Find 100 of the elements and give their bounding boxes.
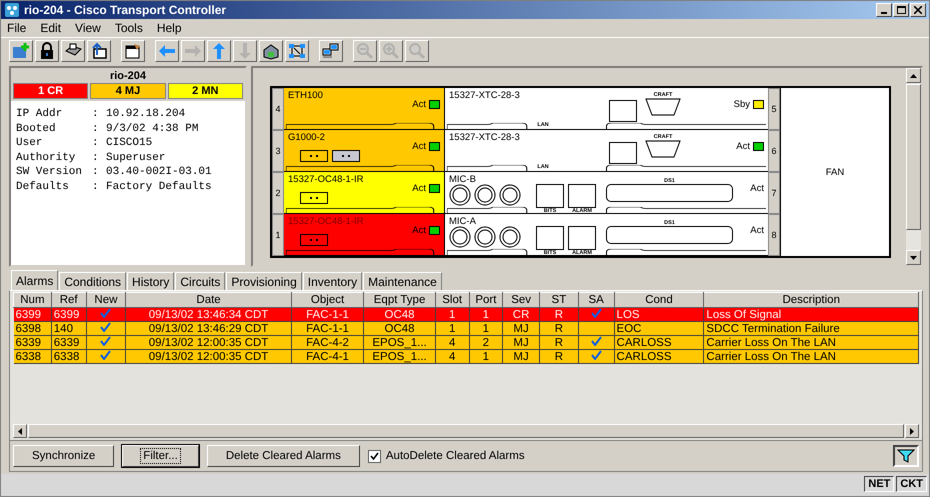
maximize-icon [896,6,906,14]
tab[interactable]: Conditions [59,272,126,290]
alarm-row[interactable]: 6339 6339 09/13/02 12:00:35 CDT FAC-4-2 EPOS_1... 4 2 MJ R CARLOSS Carrier Loss On The LAN [14,336,918,350]
card-status: Sby [734,99,750,110]
card-name: 15327-OC48-1-IR [288,216,364,227]
fan-tray[interactable]: FAN [780,88,889,256]
table-cell: 09/13/02 13:46:29 CDT [148,322,268,334]
table-cell: 6398 [16,322,42,334]
column-header[interactable]: Cond [614,292,704,308]
column-header[interactable]: Slot [435,292,470,308]
lock-icon [38,42,56,60]
alarm-row[interactable]: 6338 6338 09/13/02 12:00:35 CDT FAC-4-1 EPOS_1... 4 1 MJ R CARLOSS Carrier Loss On The LAN [14,350,918,364]
tab[interactable]: Inventory [302,272,362,290]
tab[interactable]: Circuits [175,272,226,290]
card-name: 15327-OC48-1-IR [288,174,364,185]
alarm-row[interactable]: 6398 140 09/13/02 13:46:29 CDT FAC-1-1 OC48 1 1 MJ R EOC SDCC Termination Failure [14,322,918,336]
toolbar-button[interactable] [61,40,85,62]
table-cell: MJ [513,350,529,362]
column-header[interactable]: Num [14,292,52,308]
info-separator: : [92,150,100,165]
card-name: 15327-XTC-28-3 [449,132,520,143]
column-header[interactable]: SA [578,292,614,308]
action-button[interactable]: Synchronize [13,445,114,467]
column-header[interactable]: Ref [51,292,86,308]
table-cell: Carrier Loss On The LAN [706,336,836,348]
column-header[interactable]: Eqpt Type [364,292,436,308]
table-cell: MJ [513,336,529,348]
toolbar-button[interactable] [285,40,309,62]
action-button[interactable]: Delete Cleared Alarms [206,445,360,467]
table-cell: CR [512,308,530,320]
card-status: Act [412,99,426,110]
table-cell: 1 [482,308,490,320]
minimize-button[interactable] [876,3,892,17]
scroll-right-icon [910,428,914,434]
close-button[interactable] [910,3,926,17]
toolbar-button[interactable] [35,40,59,62]
table-cell: 09/13/02 12:00:35 CDT [148,336,268,348]
menu-item[interactable]: Edit [40,21,62,35]
menu-item[interactable]: Help [156,21,182,35]
computers-icon [322,42,340,60]
app-icon [4,2,20,18]
toolbar-button[interactable] [207,40,231,62]
column-header[interactable]: Description [704,292,918,308]
tab[interactable]: History [127,272,174,290]
table-cell: 1 [448,322,456,334]
checkbox[interactable] [368,450,381,462]
tab[interactable]: Maintenance [363,272,442,290]
card-status: Act [412,183,426,194]
slot-number: 5 [768,88,780,130]
slot-number: 8 [768,214,780,256]
toolbar-button[interactable] [121,40,145,62]
table-cell: FAC-1-1 [306,308,349,320]
column-header[interactable]: New [86,292,126,308]
card[interactable]: 15327-OC48-1-IR Act [284,172,445,214]
card[interactable]: 15327-OC48-1-IR Act [284,214,445,256]
toolbar-button[interactable] [155,40,179,62]
export-icon [90,42,108,60]
close-icon [914,6,922,14]
status-indicator: NET [864,476,894,492]
column-header[interactable]: Port [469,292,503,308]
table-cell: 6399 [54,308,80,320]
column-header[interactable]: Sev [502,292,540,308]
network-icon [288,42,306,60]
vertical-scrollbar[interactable] [906,68,921,265]
toolbar-button[interactable] [9,40,33,62]
column-header[interactable]: Object [291,292,364,308]
tab[interactable]: Alarms [11,270,58,290]
right-arrow-icon [184,42,202,60]
action-button[interactable]: Filter... [122,445,199,467]
node-add-icon [12,42,30,60]
coax-port-icon [449,184,471,206]
toolbar-button[interactable] [87,40,111,62]
card[interactable]: ETH100 Act [284,88,445,130]
table-cell: R [554,322,564,334]
table-cell: OC48 [384,308,415,320]
info-label: User [16,136,44,150]
ds1-port-icon [606,226,733,244]
menu-item[interactable]: File [7,21,26,35]
filter-button[interactable] [893,445,919,467]
column-header[interactable]: ST [539,292,578,308]
card-name: G1000-2 [288,132,325,143]
alarm-row[interactable]: 6399 6399 09/13/02 13:46:34 CDT FAC-1-1 OC48 1 1 CR R LOS Loss Of Signal [14,308,918,322]
maximize-button[interactable] [893,3,909,17]
toolbar-button[interactable] [319,40,343,62]
menu-item[interactable]: View [75,21,101,35]
card-status: Act [736,141,750,152]
tab[interactable]: Provisioning [226,272,302,290]
scroll-up-icon [910,74,917,78]
card-status: Act [412,225,426,236]
column-header[interactable]: Date [126,292,292,308]
card-name: 15327-XTC-28-3 [449,90,520,101]
info-label: IP Addr [16,107,64,122]
table-cell: SDCC Termination Failure [706,322,840,334]
card[interactable]: G1000-2 Act [284,130,445,172]
horizontal-scrollbar[interactable] [13,424,919,438]
menu-item[interactable]: Tools [114,21,143,35]
window-icon [124,42,142,60]
alarm-count: 4 MJ [90,83,166,99]
toolbar-button[interactable] [259,40,283,62]
table-cell: FAC-4-1 [306,350,349,362]
